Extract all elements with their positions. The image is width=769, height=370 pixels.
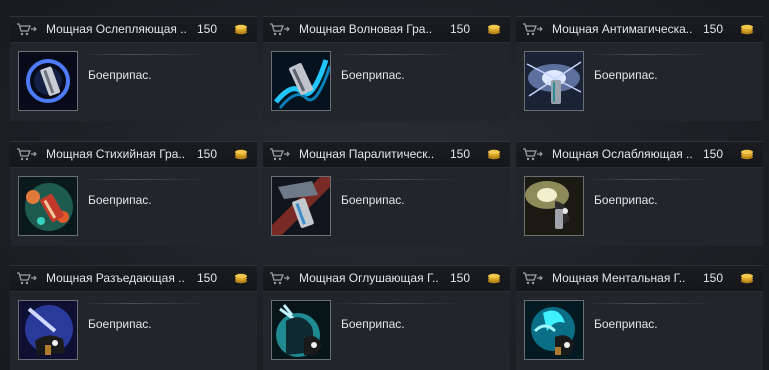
stunning-ammo-icon[interactable] bbox=[271, 300, 331, 360]
item-description: Боеприпас. bbox=[88, 68, 152, 82]
item-title: Мощная Волновая Гра.. bbox=[299, 22, 433, 36]
item-title: Мощная Разъедающая .. bbox=[46, 271, 185, 285]
item-description: Боеприпас. bbox=[341, 68, 405, 82]
divider bbox=[333, 54, 463, 55]
item-price: 150 bbox=[450, 22, 471, 36]
shop-item-card[interactable]: Мощная Антимагическа.. 150 Боеприпас. bbox=[516, 16, 763, 121]
item-title: Мощная Ментальная Г.. bbox=[552, 271, 686, 285]
gold-coins-icon bbox=[741, 149, 753, 160]
shop-item-header: Мощная Разъедающая .. 150 bbox=[10, 266, 257, 292]
gold-coins-icon bbox=[741, 273, 753, 284]
item-price: 150 bbox=[197, 22, 218, 36]
cart-arrow-icon[interactable] bbox=[522, 22, 544, 36]
item-description: Боеприпас. bbox=[88, 317, 152, 331]
item-title: Мощная Ослепляющая .. bbox=[46, 22, 187, 36]
cart-arrow-icon[interactable] bbox=[16, 147, 38, 161]
shop-item-header: Мощная Паралитическ.. 150 bbox=[263, 142, 510, 168]
item-description: Боеприпас. bbox=[594, 68, 658, 82]
shop-item-card[interactable]: Мощная Стихийная Гра.. 150 Боеприпас. bbox=[10, 141, 257, 246]
item-description: Боеприпас. bbox=[594, 317, 658, 331]
shop-item-card[interactable]: Мощная Ослепляющая .. 150 Боеприпас. bbox=[10, 16, 257, 121]
cart-arrow-icon[interactable] bbox=[522, 147, 544, 161]
divider bbox=[586, 179, 716, 180]
shop-item-card[interactable]: Мощная Оглушающая Г.. 150 Боеприпас. bbox=[263, 265, 510, 370]
gold-coins-icon bbox=[488, 24, 500, 35]
blinding-ammo-icon[interactable] bbox=[18, 51, 78, 111]
shop-item-card[interactable]: Мощная Ментальная Г.. 150 Боеприпас. bbox=[516, 265, 763, 370]
item-price: 150 bbox=[703, 22, 724, 36]
gold-coins-icon bbox=[488, 273, 500, 284]
item-description: Боеприпас. bbox=[88, 193, 152, 207]
gold-coins-icon bbox=[488, 149, 500, 160]
item-price: 150 bbox=[197, 271, 218, 285]
paralytic-ammo-icon[interactable] bbox=[271, 176, 331, 236]
divider bbox=[586, 303, 716, 304]
cart-arrow-icon[interactable] bbox=[269, 22, 291, 36]
wave-ammo-icon[interactable] bbox=[271, 51, 331, 111]
shop-item-header: Мощная Ослабляющая .. 150 bbox=[516, 142, 763, 168]
gold-coins-icon bbox=[741, 24, 753, 35]
shop-item-card[interactable]: Мощная Волновая Гра.. 150 Боеприпас. bbox=[263, 16, 510, 121]
cart-arrow-icon[interactable] bbox=[269, 147, 291, 161]
antimagic-ammo-icon[interactable] bbox=[524, 51, 584, 111]
weakening-ammo-icon[interactable] bbox=[524, 176, 584, 236]
shop-item-card[interactable]: Мощная Разъедающая .. 150 Боеприпас. bbox=[10, 265, 257, 370]
divider bbox=[80, 179, 210, 180]
item-price: 150 bbox=[703, 271, 724, 285]
divider bbox=[333, 303, 463, 304]
item-price: 150 bbox=[450, 271, 471, 285]
mental-ammo-icon[interactable] bbox=[524, 300, 584, 360]
item-title: Мощная Ослабляющая .. bbox=[552, 147, 693, 161]
item-title: Мощная Стихийная Гра.. bbox=[46, 147, 186, 161]
item-title: Мощная Паралитическ.. bbox=[299, 147, 435, 161]
shop-item-header: Мощная Ослепляющая .. 150 bbox=[10, 17, 257, 43]
item-description: Боеприпас. bbox=[341, 193, 405, 207]
item-description: Боеприпас. bbox=[594, 193, 658, 207]
shop-item-card[interactable]: Мощная Ослабляющая .. 150 Боеприпас. bbox=[516, 141, 763, 246]
shop-item-header: Мощная Волновая Гра.. 150 bbox=[263, 17, 510, 43]
gold-coins-icon bbox=[235, 149, 247, 160]
item-description: Боеприпас. bbox=[341, 317, 405, 331]
corrosive-ammo-icon[interactable] bbox=[18, 300, 78, 360]
elemental-ammo-icon[interactable] bbox=[18, 176, 78, 236]
shop-item-card[interactable]: Мощная Паралитическ.. 150 Боеприпас. bbox=[263, 141, 510, 246]
cart-arrow-icon[interactable] bbox=[16, 22, 38, 36]
item-price: 150 bbox=[703, 147, 724, 161]
item-title: Мощная Оглушающая Г.. bbox=[299, 271, 439, 285]
item-price: 150 bbox=[450, 147, 471, 161]
divider bbox=[80, 303, 210, 304]
shop-item-header: Мощная Ментальная Г.. 150 bbox=[516, 266, 763, 292]
item-title: Мощная Антимагическа.. bbox=[552, 22, 693, 36]
shop-item-header: Мощная Стихийная Гра.. 150 bbox=[10, 142, 257, 168]
divider bbox=[80, 54, 210, 55]
shop-item-header: Мощная Оглушающая Г.. 150 bbox=[263, 266, 510, 292]
divider bbox=[333, 179, 463, 180]
cart-arrow-icon[interactable] bbox=[522, 271, 544, 285]
cart-arrow-icon[interactable] bbox=[269, 271, 291, 285]
divider bbox=[586, 54, 716, 55]
gold-coins-icon bbox=[235, 24, 247, 35]
cart-arrow-icon[interactable] bbox=[16, 271, 38, 285]
shop-item-header: Мощная Антимагическа.. 150 bbox=[516, 17, 763, 43]
item-price: 150 bbox=[197, 147, 218, 161]
gold-coins-icon bbox=[235, 273, 247, 284]
